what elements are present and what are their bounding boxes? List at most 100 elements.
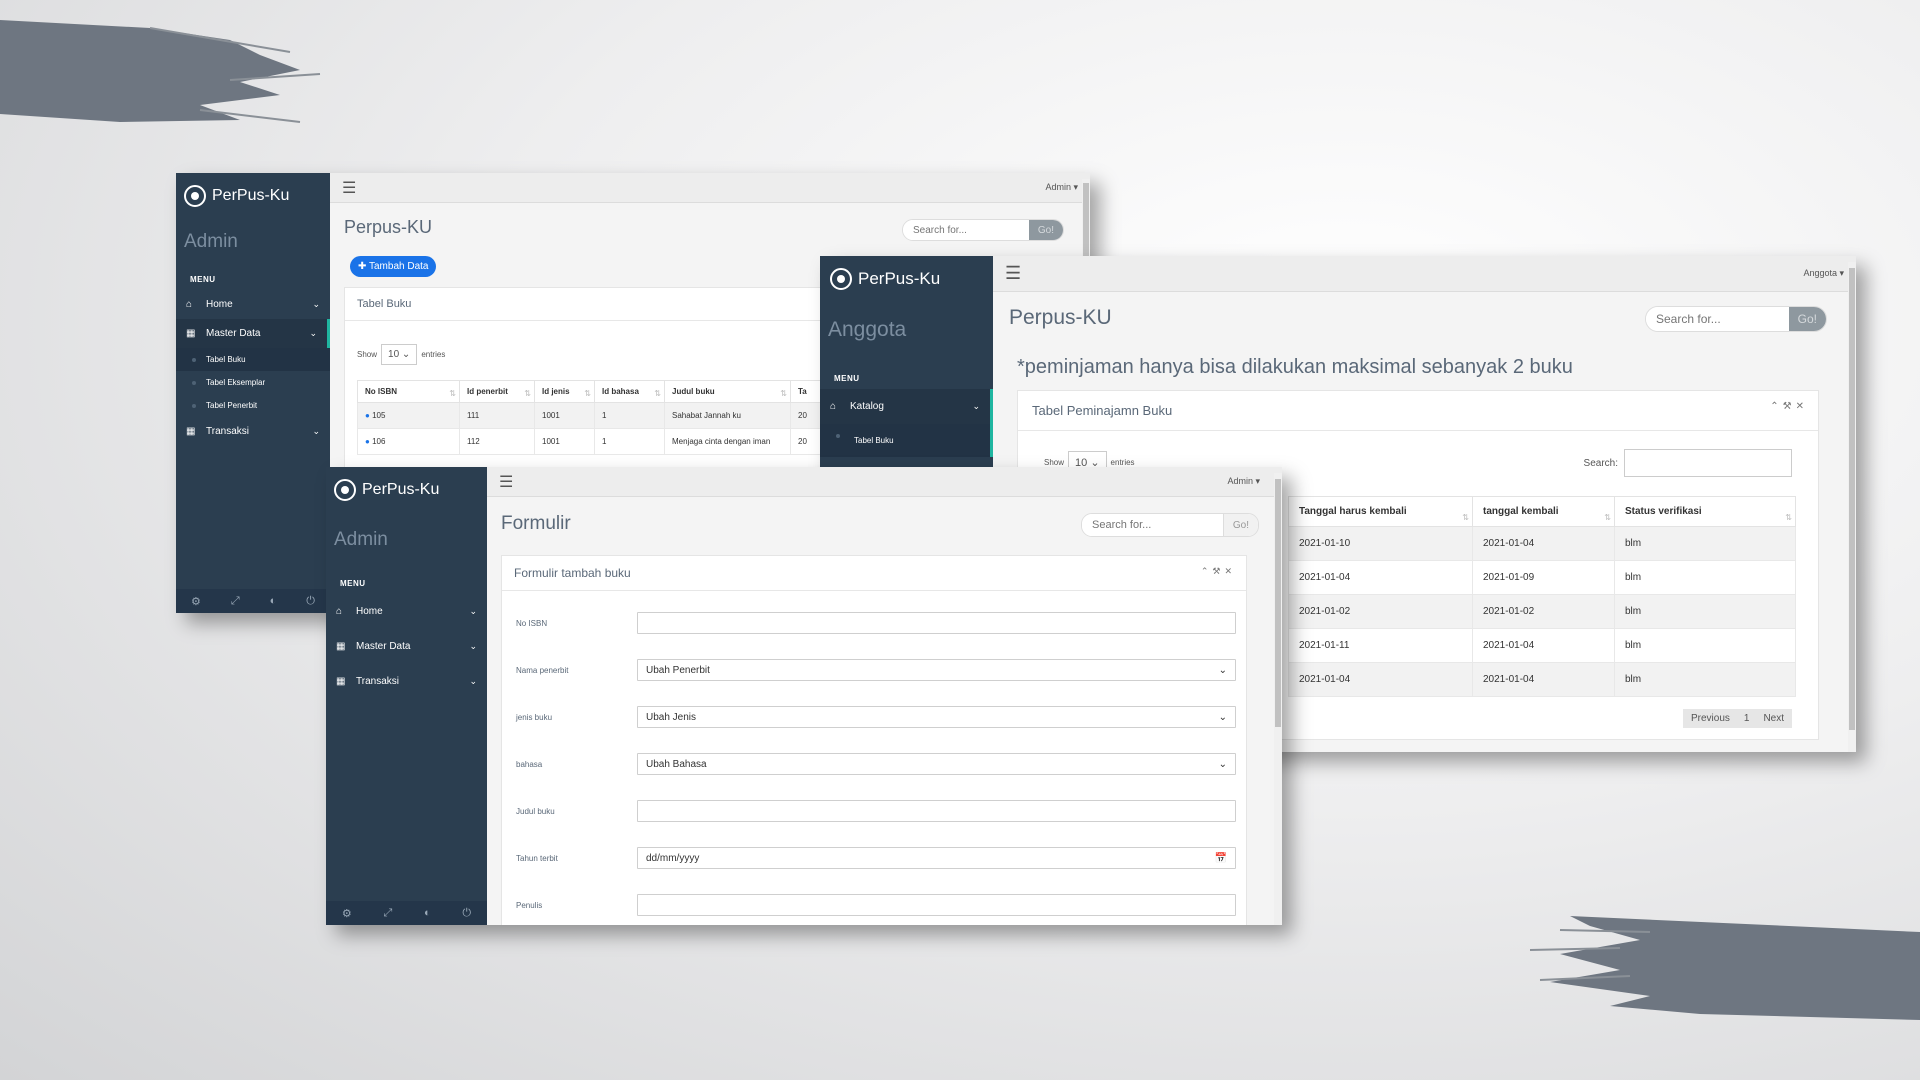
publisher-select[interactable]: Ubah Penerbit ⌄ xyxy=(637,659,1236,681)
user-menu[interactable]: Admin ▾ xyxy=(1227,476,1260,487)
add-data-button[interactable]: ✚ Tambah Data xyxy=(350,256,437,277)
submenu-tabel-buku[interactable]: Tabel Buku xyxy=(820,424,993,457)
column-header[interactable]: Id penerbit xyxy=(459,380,535,403)
go-button[interactable]: Go! xyxy=(1222,514,1258,536)
sidebar-item-katalog[interactable]: ⌂ Katalog ⌄ xyxy=(820,389,993,424)
sidebar: PerPus-Ku Admin MENU ⌂ Home ⌄ ▦ Master D… xyxy=(176,173,330,613)
fullscreen-icon[interactable]: ⤢ xyxy=(231,595,240,608)
column-header[interactable]: Id bahasa xyxy=(594,380,665,403)
brush-stroke-top-left xyxy=(0,20,321,123)
table-search-input[interactable] xyxy=(1624,449,1792,477)
chevron-up-icon[interactable]: ⌃ xyxy=(1770,401,1782,412)
year-date-input[interactable]: dd/mm/yyyy 📅 xyxy=(637,847,1236,869)
brand[interactable]: PerPus-Ku xyxy=(176,173,330,219)
sidebar-item-label: Master Data xyxy=(356,641,411,652)
form-row-author: Penulis xyxy=(516,894,1236,916)
hamburger-icon[interactable]: ☰ xyxy=(342,178,356,198)
sidebar-item-home[interactable]: ⌂ Home ⌄ xyxy=(326,594,487,629)
isbn-input[interactable] xyxy=(637,612,1236,634)
select-value: Ubah Bahasa xyxy=(646,758,707,770)
eye-slash-icon[interactable]: ◐ xyxy=(424,907,431,919)
sidebar-item-transaksi[interactable]: ▦ Transaksi ⌄ xyxy=(326,664,487,699)
column-header[interactable]: Tanggal harus kembali xyxy=(1288,496,1473,527)
table-icon: ▦ xyxy=(186,328,196,339)
gear-icon[interactable]: ⚙ xyxy=(191,595,201,608)
search-input[interactable] xyxy=(903,220,1029,240)
table-row[interactable]: 2021-01-04 2021-01-09 blm xyxy=(1288,560,1796,595)
scrollbar[interactable] xyxy=(1848,262,1856,752)
entries-select[interactable]: 10 ⌄ xyxy=(381,344,418,365)
submenu-tabel-penerbit[interactable]: Tabel Penerbit xyxy=(176,394,330,417)
table-cell: 2021-01-09 xyxy=(1472,560,1615,595)
sidebar-footer: ⚙ ⤢ ◐ ⏻ xyxy=(176,589,330,613)
sidebar-item-label: Home xyxy=(356,606,383,617)
scrollbar[interactable] xyxy=(1274,473,1282,925)
wrench-icon[interactable]: ⚒ xyxy=(1212,566,1224,576)
table-cell: blm xyxy=(1614,628,1796,663)
table-icon: ▦ xyxy=(336,676,346,687)
sidebar-item-home[interactable]: ⌂ Home ⌄ xyxy=(176,290,330,319)
language-select[interactable]: Ubah Bahasa ⌄ xyxy=(637,753,1236,775)
table-cell: 2021-01-04 xyxy=(1288,662,1473,697)
table-row[interactable]: 2021-01-10 2021-01-04 blm xyxy=(1288,526,1796,561)
hamburger-icon[interactable]: ☰ xyxy=(499,472,513,492)
sidebar-item-transaksi[interactable]: ▦ Transaksi ⌄ xyxy=(176,417,330,446)
sidebar-item-master-data[interactable]: ▦ Master Data ⌄ xyxy=(176,319,330,348)
chevron-up-icon[interactable]: ⌃ xyxy=(1201,566,1213,576)
brush-stroke-bottom-right xyxy=(1530,916,1920,1020)
main-content: ☰ Admin ▾ Formulir Go! Formulir tambah b… xyxy=(487,467,1282,925)
isbn-value: 105 xyxy=(372,411,386,420)
table-row[interactable]: 2021-01-11 2021-01-04 blm xyxy=(1288,628,1796,663)
panel-tools: ⌃⚒✕ xyxy=(1201,566,1236,577)
submenu-tabel-buku[interactable]: Tabel Buku xyxy=(176,348,330,371)
column-header[interactable]: tanggal kembali xyxy=(1472,496,1615,527)
column-header[interactable]: No ISBN xyxy=(357,380,460,403)
table-row[interactable]: 2021-01-02 2021-01-02 blm xyxy=(1288,594,1796,629)
select-value: Ubah Jenis xyxy=(646,711,697,723)
wrench-icon[interactable]: ⚒ xyxy=(1783,401,1796,412)
table-row[interactable]: 2021-01-04 2021-01-04 blm xyxy=(1288,662,1796,697)
go-button[interactable]: Go! xyxy=(1788,307,1826,331)
pagination-next[interactable]: Next xyxy=(1755,709,1792,728)
search-input[interactable] xyxy=(1082,514,1223,536)
table-cell: 2021-01-02 xyxy=(1288,594,1473,629)
column-header[interactable]: Status verifikasi xyxy=(1614,496,1796,527)
sidebar-role: Anggota xyxy=(828,318,907,341)
user-menu[interactable]: Admin ▾ xyxy=(1045,182,1078,193)
brand[interactable]: PerPus-Ku xyxy=(820,256,993,302)
author-input[interactable] xyxy=(637,894,1236,916)
book-title-input[interactable] xyxy=(637,800,1236,822)
sidebar-item-label: Katalog xyxy=(850,401,884,412)
sidebar-item-label: Transaksi xyxy=(206,426,249,437)
form-window: PerPus-Ku Admin MENU ⌂ Home ⌄ ▦ Master D… xyxy=(326,467,1282,925)
panel-title: Tabel Peminajamn Buku ⌃⚒✕ xyxy=(1018,391,1818,431)
column-header[interactable]: Id jenis xyxy=(534,380,595,403)
column-header[interactable]: Judul buku xyxy=(664,380,791,403)
submenu-tabel-eksemplar[interactable]: Tabel Eksemplar xyxy=(176,371,330,394)
user-menu[interactable]: Anggota ▾ xyxy=(1803,268,1844,279)
genre-select[interactable]: Ubah Jenis ⌄ xyxy=(637,706,1236,728)
search-input[interactable] xyxy=(1646,307,1789,331)
sidebar-item-master-data[interactable]: ▦ Master Data ⌄ xyxy=(326,629,487,664)
brand[interactable]: PerPus-Ku xyxy=(326,467,487,513)
field-label: Tahun terbit xyxy=(516,853,558,863)
expand-icon[interactable]: ● xyxy=(365,437,370,446)
pagination-previous[interactable]: Previous xyxy=(1683,709,1738,728)
menu-header: MENU xyxy=(190,275,216,284)
form-row-publisher: Nama penerbit Ubah Penerbit ⌄ xyxy=(516,659,1236,681)
chevron-down-icon: ⌄ xyxy=(312,426,320,436)
fullscreen-icon[interactable]: ⤢ xyxy=(383,907,392,920)
eye-slash-icon[interactable]: ◐ xyxy=(270,595,277,607)
close-icon[interactable]: ✕ xyxy=(1224,566,1236,576)
table-cell: blm xyxy=(1614,662,1796,697)
calendar-icon[interactable]: 📅 xyxy=(1215,853,1227,864)
power-icon[interactable]: ⏻ xyxy=(462,907,471,920)
show-label: Show xyxy=(1044,458,1065,467)
power-icon[interactable]: ⏻ xyxy=(306,595,315,608)
go-button[interactable]: Go! xyxy=(1028,220,1063,240)
expand-icon[interactable]: ● xyxy=(365,411,370,420)
pagination-page[interactable]: 1 xyxy=(1738,709,1756,728)
gear-icon[interactable]: ⚙ xyxy=(342,907,352,920)
close-icon[interactable]: ✕ xyxy=(1796,401,1808,412)
hamburger-icon[interactable]: ☰ xyxy=(1005,263,1021,284)
